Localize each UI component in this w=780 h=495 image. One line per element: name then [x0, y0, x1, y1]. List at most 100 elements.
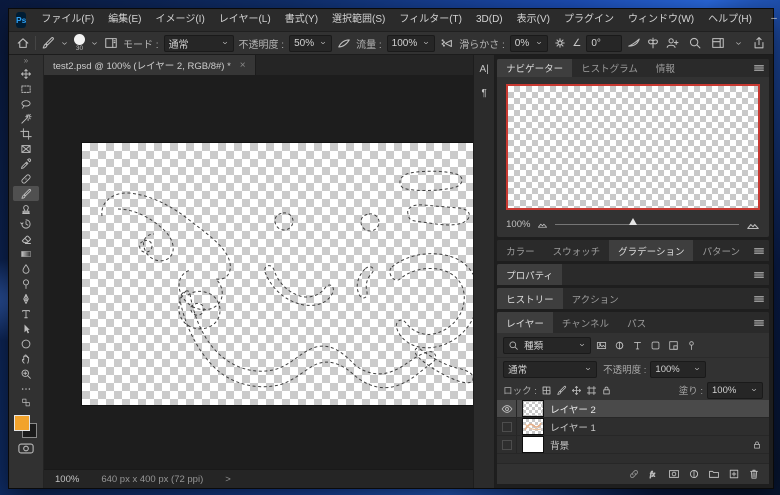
canvas[interactable]	[82, 143, 474, 405]
lock-artboard-icon[interactable]	[586, 385, 597, 396]
tool-blur[interactable]	[13, 261, 39, 276]
smoothing-select[interactable]: 0%	[509, 34, 549, 52]
menu-表示(V)[interactable]: 表示(V)	[510, 9, 557, 31]
symmetry-icon[interactable]	[646, 36, 660, 50]
new-group-icon[interactable]	[708, 468, 720, 480]
default-colors-icon[interactable]	[18, 398, 34, 407]
tab-チャンネル[interactable]: チャンネル	[553, 312, 618, 333]
panel-menu-icon[interactable]	[749, 264, 769, 285]
layer-opacity-select[interactable]: 100%	[650, 360, 707, 378]
filter-shape-layers-icon[interactable]	[648, 338, 663, 353]
filter-toggle-icon[interactable]	[684, 338, 699, 353]
export-share-icon[interactable]	[752, 36, 766, 50]
filter-smart-objects-icon[interactable]	[666, 338, 681, 353]
flow-select[interactable]: 100%	[386, 34, 436, 52]
opacity-select[interactable]: 50%	[289, 34, 333, 52]
paragraph-panel-icon[interactable]: ¶	[481, 88, 486, 99]
panel-menu-icon[interactable]	[749, 240, 769, 261]
foreground-color-swatch[interactable]	[14, 415, 30, 431]
zoom-out-icon[interactable]	[537, 219, 548, 230]
visibility-toggle[interactable]	[497, 436, 518, 453]
tool-clone-stamp[interactable]	[13, 201, 39, 216]
workspace-switcher-icon[interactable]	[711, 36, 725, 50]
tab-レイヤー[interactable]: レイヤー	[497, 312, 553, 333]
menu-レイヤー(L)[interactable]: レイヤー(L)	[212, 9, 278, 31]
layer-name[interactable]: レイヤー 2	[550, 402, 596, 416]
visibility-toggle[interactable]	[497, 400, 518, 417]
tab-スウォッチ[interactable]: スウォッチ	[544, 240, 610, 261]
tool-frame[interactable]	[13, 141, 39, 156]
delete-layer-icon[interactable]	[748, 468, 760, 480]
search-icon[interactable]	[688, 36, 702, 50]
toolbar-grip[interactable]: »	[24, 56, 28, 66]
link-layers-icon[interactable]	[628, 468, 640, 480]
tab-情報[interactable]: 情報	[647, 59, 684, 77]
tool-hand[interactable]	[13, 351, 39, 366]
zoom-in-icon[interactable]	[746, 218, 760, 232]
layer-thumbnail[interactable]	[522, 418, 545, 435]
airbrush-icon[interactable]	[440, 36, 454, 50]
filter-adjustment-layers-icon[interactable]	[612, 338, 627, 353]
tool-healing-brush[interactable]	[13, 171, 39, 186]
tool-dodge[interactable]	[13, 276, 39, 291]
tab-パス[interactable]: パス	[618, 312, 655, 333]
menu-書式(Y)[interactable]: 書式(Y)	[278, 9, 325, 31]
tab-ヒストリー[interactable]: ヒストリー	[497, 288, 563, 309]
tool-pen[interactable]	[13, 291, 39, 306]
tab-ヒストグラム[interactable]: ヒストグラム	[572, 59, 647, 77]
layer-thumbnail[interactable]	[522, 400, 545, 417]
tool-history-brush[interactable]	[13, 216, 39, 231]
home-icon[interactable]	[16, 36, 30, 50]
navigator-preview[interactable]	[506, 84, 760, 211]
character-panel-icon[interactable]: A|	[479, 64, 488, 75]
lock-image-pixels-icon[interactable]	[556, 385, 567, 396]
menu-編集(E)[interactable]: 編集(E)	[101, 9, 148, 31]
pressure-size-icon[interactable]	[627, 36, 641, 50]
tool-rectangular-marquee[interactable]	[13, 81, 39, 96]
filter-pixel-layers-icon[interactable]	[594, 338, 609, 353]
slider-thumb[interactable]	[628, 218, 637, 226]
pressure-opacity-icon[interactable]	[337, 36, 351, 50]
layer-row-background[interactable]: 背景	[497, 436, 769, 454]
layer-filter-select[interactable]: 種類	[503, 336, 592, 354]
tool-edit-toolbar[interactable]	[13, 381, 39, 396]
menu-選択範囲(S)[interactable]: 選択範囲(S)	[325, 9, 392, 31]
tab-ナビゲーター[interactable]: ナビゲーター	[497, 59, 573, 78]
menu-3D(D)[interactable]: 3D(D)	[469, 9, 510, 31]
chevron-down-icon[interactable]	[60, 39, 69, 48]
tab-パターン[interactable]: パターン	[693, 240, 749, 261]
filter-type-layers-icon[interactable]	[630, 338, 645, 353]
tool-crop[interactable]	[13, 126, 39, 141]
layer-row-layer-2[interactable]: レイヤー 2	[497, 400, 769, 418]
brush-settings-panel-icon[interactable]	[104, 36, 118, 50]
layer-row-layer-1[interactable]: レイヤー 1	[497, 418, 769, 436]
panel-menu-icon[interactable]	[749, 312, 769, 333]
layer-style-icon[interactable]: fx	[648, 468, 660, 480]
status-zoom-level[interactable]: 100%	[55, 474, 79, 485]
menu-イメージ(I)[interactable]: イメージ(I)	[149, 9, 212, 31]
tool-ellipse-shape[interactable]	[13, 336, 39, 351]
layer-thumbnail[interactable]	[522, 436, 545, 453]
close-document-icon[interactable]: ×	[240, 60, 246, 71]
angle-input[interactable]: 0°	[586, 34, 622, 52]
add-layer-mask-icon[interactable]	[668, 468, 680, 480]
chevron-down-icon[interactable]	[734, 39, 743, 48]
tool-path-selection[interactable]	[13, 321, 39, 336]
visibility-toggle[interactable]	[497, 418, 518, 435]
navigator-zoom-value[interactable]: 100%	[506, 219, 530, 230]
adjustment-layer-icon[interactable]	[688, 468, 700, 480]
tab-グラデーション[interactable]: グラデーション	[609, 240, 694, 261]
share-document-icon[interactable]	[665, 36, 679, 50]
brush-preset-picker[interactable]: 30	[74, 33, 85, 53]
menu-フィルター(T)[interactable]: フィルター(T)	[392, 9, 469, 31]
minimize-button[interactable]: –	[759, 9, 780, 31]
layer-name[interactable]: 背景	[550, 438, 569, 452]
tab-アクション[interactable]: アクション	[563, 288, 628, 309]
gear-icon[interactable]	[553, 36, 567, 50]
tool-eyedropper[interactable]	[13, 156, 39, 171]
lock-position-icon[interactable]	[571, 385, 582, 396]
quick-mask-icon[interactable]	[18, 443, 34, 454]
lock-all-icon[interactable]	[601, 385, 612, 396]
tool-brush[interactable]	[13, 186, 39, 201]
menu-ヘルプ(H)[interactable]: ヘルプ(H)	[701, 9, 759, 31]
